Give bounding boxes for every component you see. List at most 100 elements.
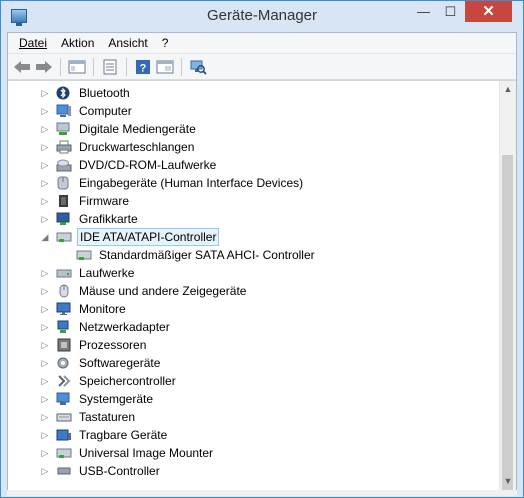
tree-item-label: Tastaturen xyxy=(79,410,136,424)
expand-arrow-icon[interactable]: ▷ xyxy=(40,286,50,296)
tree-item-label: IDE ATA/ATAPI-Controller xyxy=(77,228,220,246)
bluetooth-icon xyxy=(56,86,72,100)
tree-item-sata-controller[interactable]: Standardmäßiger SATA AHCI- Controller xyxy=(76,246,317,264)
expand-arrow-icon[interactable]: ▷ xyxy=(40,358,50,368)
tree-item-label: Systemgeräte xyxy=(79,392,154,406)
media-device-icon xyxy=(56,122,72,136)
tree-item-mouse[interactable]: ▷ Mäuse und andere Zeigegeräte xyxy=(40,282,248,300)
status-bar xyxy=(7,490,517,496)
tree-item-hid[interactable]: ▷ Eingabegeräte (Human Interface Devices) xyxy=(40,174,305,192)
tree-item-software-device[interactable]: ▷ Softwaregeräte xyxy=(40,354,162,372)
usb-controller-icon xyxy=(56,464,72,478)
tree-item-display-adapter[interactable]: ▷ Grafikkarte xyxy=(40,210,140,228)
tree-item-dvd-drive[interactable]: ▷ DVD/CD-ROM-Laufwerke xyxy=(40,156,218,174)
properties-icon[interactable] xyxy=(100,57,120,77)
expand-arrow-icon[interactable]: ▷ xyxy=(40,412,50,422)
tree-item-usb-controller[interactable]: ▷ USB-Controller xyxy=(40,462,162,480)
expand-arrow-icon[interactable]: ▷ xyxy=(40,106,50,116)
tree-item-monitor[interactable]: ▷ Monitore xyxy=(40,300,128,318)
tree-item-disk-drive[interactable]: ▷ Laufwerke xyxy=(40,264,136,282)
tree-item-label: USB-Controller xyxy=(79,464,160,478)
menu-datei[interactable]: Datei xyxy=(12,34,54,52)
tree-item-label: Laufwerke xyxy=(79,266,135,280)
tree-item-computer[interactable]: ▷ Computer xyxy=(40,102,134,120)
firmware-icon xyxy=(56,194,72,208)
expand-arrow-icon[interactable]: ▷ xyxy=(40,322,50,332)
tree-item-media-device[interactable]: ▷ Digitale Mediengeräte xyxy=(40,120,198,138)
menu-ansicht[interactable]: Ansicht xyxy=(101,34,154,52)
expand-arrow-icon[interactable]: ▷ xyxy=(40,394,50,404)
tree-item-label: Computer xyxy=(79,104,132,118)
dvd-drive-icon xyxy=(56,158,72,172)
tree-item-image-mounter[interactable]: ▷ Universal Image Mounter xyxy=(40,444,215,462)
tree-item-ide-controller[interactable]: ◢ IDE ATA/ATAPI-Controller xyxy=(40,228,220,246)
expand-arrow-icon[interactable]: ▷ xyxy=(40,196,50,206)
title-bar[interactable]: Geräte-Manager — ☐ ✕ xyxy=(1,1,523,32)
network-adapter-icon xyxy=(56,320,72,334)
toolbar-separator xyxy=(93,57,94,76)
tree-item-portable-device[interactable]: ▷ Tragbare Geräte xyxy=(40,426,169,444)
software-device-icon xyxy=(56,356,72,370)
portable-device-icon xyxy=(56,428,72,442)
ide-controller-icon xyxy=(56,230,72,244)
tree-item-network-adapter[interactable]: ▷ Netzwerkadapter xyxy=(40,318,172,336)
tree-item-label: Eingabegeräte (Human Interface Devices) xyxy=(79,176,304,190)
expand-arrow-icon[interactable]: ▷ xyxy=(40,160,50,170)
expand-arrow-icon[interactable]: ▷ xyxy=(40,340,50,350)
disk-drive-icon xyxy=(56,266,72,280)
close-button[interactable]: ✕ xyxy=(465,1,512,22)
back-arrow-icon[interactable] xyxy=(12,57,32,77)
system-device-icon xyxy=(56,392,72,406)
scroll-down-icon[interactable]: ▼ xyxy=(500,473,516,490)
tree-item-label: Speichercontroller xyxy=(79,374,176,388)
tree-item-firmware[interactable]: ▷ Firmware xyxy=(40,192,131,210)
tree-item-label: Standardmäßiger SATA AHCI- Controller xyxy=(99,248,315,262)
tree-item-processor[interactable]: ▷ Prozessoren xyxy=(40,336,148,354)
tree-item-printer[interactable]: ▷ Druckwarteschlangen xyxy=(40,138,196,156)
menu-help[interactable]: ? xyxy=(155,34,176,52)
maximize-button[interactable]: ☐ xyxy=(437,1,464,22)
vertical-scrollbar[interactable]: ▲ ▼ xyxy=(499,81,516,495)
expand-arrow-icon[interactable]: ▷ xyxy=(40,214,50,224)
menu-aktion[interactable]: Aktion xyxy=(54,34,101,52)
printer-icon xyxy=(56,140,72,154)
help-icon[interactable]: ? xyxy=(133,57,153,77)
tree-item-system-device[interactable]: ▷ Systemgeräte xyxy=(40,390,155,408)
toolbar-separator xyxy=(126,57,127,76)
tree-item-label: Softwaregeräte xyxy=(79,356,161,370)
expand-arrow-icon[interactable]: ▷ xyxy=(40,142,50,152)
menu-bar: Datei Aktion Ansicht ? xyxy=(8,33,516,54)
scroll-up-icon[interactable]: ▲ xyxy=(500,81,516,98)
tree-item-storage-controller[interactable]: ▷ Speichercontroller xyxy=(40,372,178,390)
expand-arrow-icon[interactable]: ▷ xyxy=(40,304,50,314)
storage-controller-icon xyxy=(56,374,72,388)
tree-item-label: Prozessoren xyxy=(79,338,147,352)
show-hide-console-tree-icon[interactable] xyxy=(67,57,87,77)
tree-item-label: Netzwerkadapter xyxy=(79,320,170,334)
expand-arrow-icon[interactable]: ▷ xyxy=(40,88,50,98)
tree-item-label: Mäuse und andere Zeigegeräte xyxy=(79,284,247,298)
expand-arrow-icon[interactable]: ▷ xyxy=(40,268,50,278)
expand-arrow-icon[interactable]: ▷ xyxy=(40,124,50,134)
tree-item-label: Tragbare Geräte xyxy=(79,428,168,442)
expand-arrow-icon[interactable]: ▷ xyxy=(40,448,50,458)
collapse-arrow-icon[interactable]: ◢ xyxy=(40,232,50,242)
device-tree-panel: ▷ Bluetooth ▷ Computer ▷ Digitale Mediengerät… xyxy=(8,80,516,495)
scan-hardware-icon[interactable] xyxy=(188,57,208,77)
tree-item-label: Monitore xyxy=(79,302,126,316)
tree-item-bluetooth[interactable]: ▷ Bluetooth xyxy=(40,84,132,102)
scrollbar-thumb[interactable] xyxy=(502,155,513,495)
sata-controller-icon xyxy=(76,248,92,262)
forward-arrow-icon[interactable] xyxy=(34,57,54,77)
minimize-button[interactable]: — xyxy=(410,1,437,22)
tree-item-label: Bluetooth xyxy=(79,86,130,100)
expand-arrow-icon[interactable]: ▷ xyxy=(40,376,50,386)
toolbar-separator xyxy=(60,57,61,76)
expand-arrow-icon[interactable]: ▷ xyxy=(40,466,50,476)
expand-arrow-icon[interactable]: ▷ xyxy=(40,430,50,440)
monitor-icon xyxy=(56,302,72,316)
tree-item-label: Firmware xyxy=(79,194,129,208)
expand-arrow-icon[interactable]: ▷ xyxy=(40,178,50,188)
tree-item-keyboard[interactable]: ▷ Tastaturen xyxy=(40,408,137,426)
update-driver-icon[interactable] xyxy=(155,57,175,77)
